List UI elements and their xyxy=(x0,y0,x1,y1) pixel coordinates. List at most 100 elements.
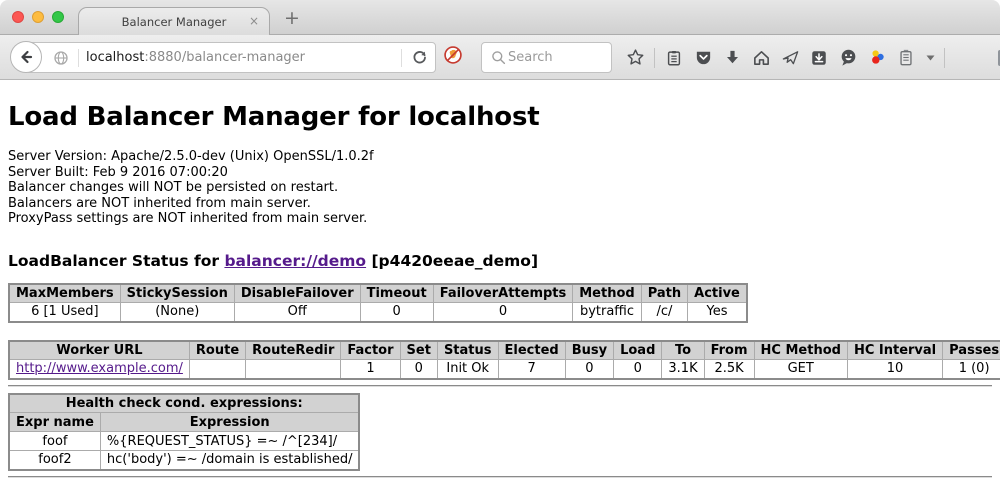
toolbar-icons xyxy=(625,42,1000,73)
col-expr-name: Expr name xyxy=(9,413,100,432)
col-load: Load xyxy=(614,341,662,360)
url-text[interactable]: localhost:8880/balancer-manager xyxy=(86,50,394,65)
browser-window: Balancer Manager × + localhost:8880/bala… xyxy=(0,0,1000,491)
col-worker-url: Worker URL xyxy=(9,341,189,360)
urlbar-divider xyxy=(78,49,79,67)
col-active: Active xyxy=(688,284,747,303)
server-info: Server Version: Apache/2.5.0-dev (Unix) … xyxy=(8,149,992,227)
col-hc-method: HC Method xyxy=(754,341,847,360)
page-content: Load Balancer Manager for localhost Serv… xyxy=(0,80,1000,491)
col-timeout: Timeout xyxy=(360,284,433,303)
table-title-row: Health check cond. expressions: xyxy=(9,394,359,413)
cell-status: Init Ok xyxy=(437,360,498,379)
cell-busy: 0 xyxy=(565,360,613,379)
traffic-lights xyxy=(12,11,64,23)
cell-to: 3.1K xyxy=(662,360,704,379)
minimize-window-button[interactable] xyxy=(32,11,44,23)
cell-expression: %{REQUEST_STATUS} =~ /^[234]/ xyxy=(100,432,359,451)
table-header-row: Worker URL Route RouteRedir Factor Set S… xyxy=(9,341,1000,360)
cell-timeout: 0 xyxy=(360,303,433,322)
col-routeredir: RouteRedir xyxy=(246,341,341,360)
col-stickysession: StickySession xyxy=(120,284,234,303)
worker-row: http://www.example.com/ 1 0 Init Ok 7 0 … xyxy=(9,360,1000,379)
col-path: Path xyxy=(641,284,687,303)
toolbar-divider xyxy=(654,48,655,68)
tab-close-icon[interactable]: × xyxy=(249,14,259,28)
col-passes: Passes xyxy=(943,341,1000,360)
cell-routeredir xyxy=(246,360,341,379)
colorful-extension-icon[interactable] xyxy=(867,48,887,68)
inherit-note-line: Balancers are NOT inherited from main se… xyxy=(8,196,992,212)
titlebar: Balancer Manager × + xyxy=(0,0,1000,35)
tab-balancer-manager[interactable]: Balancer Manager × xyxy=(78,7,270,35)
col-hc-interval: HC Interval xyxy=(847,341,942,360)
cell-route xyxy=(189,360,245,379)
persist-note-line: Balancer changes will NOT be persisted o… xyxy=(8,180,992,196)
server-version-line: Server Version: Apache/2.5.0-dev (Unix) … xyxy=(8,149,992,165)
reload-button[interactable] xyxy=(409,48,429,68)
col-factor: Factor xyxy=(341,341,400,360)
pocket-icon[interactable] xyxy=(693,48,713,68)
cell-expr-name: foof xyxy=(9,432,100,451)
col-failoverattempts: FailoverAttempts xyxy=(433,284,573,303)
overflow-caret-icon[interactable] xyxy=(925,48,935,68)
col-to: To xyxy=(662,341,704,360)
home-icon[interactable] xyxy=(751,48,771,68)
cell-failoverattempts: 0 xyxy=(433,303,573,322)
tab-title: Balancer Manager xyxy=(122,15,227,29)
search-input[interactable] xyxy=(508,50,605,65)
col-from: From xyxy=(704,341,754,360)
health-table-title: Health check cond. expressions: xyxy=(9,394,359,413)
navigation-toolbar: localhost:8880/balancer-manager xyxy=(0,35,1000,80)
balancer-status-heading: LoadBalancer Status for balancer://demo … xyxy=(8,252,992,270)
close-window-button[interactable] xyxy=(12,11,24,23)
extension-download-icon[interactable] xyxy=(809,48,829,68)
cell-maxmembers: 6 [1 Used] xyxy=(9,303,120,322)
cell-hc-interval: 10 xyxy=(847,360,942,379)
url-host: localhost xyxy=(86,50,144,65)
reading-list-icon[interactable] xyxy=(664,48,684,68)
chat-smiley-icon[interactable] xyxy=(838,48,858,68)
url-path: :8880/balancer-manager xyxy=(144,50,305,65)
balancer-demo-link[interactable]: balancer://demo xyxy=(224,252,366,270)
menu-icon[interactable] xyxy=(958,48,977,68)
cell-stickysession: (None) xyxy=(120,303,234,322)
proxypass-note-line: ProxyPass settings are NOT inherited fro… xyxy=(8,211,992,227)
col-maxmembers: MaxMembers xyxy=(9,284,120,303)
send-tab-icon[interactable] xyxy=(780,48,800,68)
downloads-icon[interactable] xyxy=(722,48,742,68)
cell-from: 2.5K xyxy=(704,360,754,379)
table-row: foof %{REQUEST_STATUS} =~ /^[234]/ xyxy=(9,432,359,451)
cell-hc-method: GET xyxy=(754,360,847,379)
cell-set: 0 xyxy=(400,360,437,379)
cell-active: Yes xyxy=(688,303,747,322)
cell-load: 0 xyxy=(614,360,662,379)
screenshot-extension-icon[interactable] xyxy=(996,48,1000,68)
status-heading-suffix: [p4420eeae_demo] xyxy=(366,252,538,270)
table-header-row: MaxMembers StickySession DisableFailover… xyxy=(9,284,747,303)
urlbar-divider2 xyxy=(401,49,402,67)
bookmark-star-icon[interactable] xyxy=(625,48,645,68)
balancer-settings-table: MaxMembers StickySession DisableFailover… xyxy=(8,283,748,323)
url-bar[interactable]: localhost:8880/balancer-manager xyxy=(26,42,436,73)
server-built-line: Server Built: Feb 9 2016 07:00:20 xyxy=(8,165,992,181)
new-tab-button[interactable]: + xyxy=(284,8,300,28)
section-divider xyxy=(8,385,992,387)
bottom-divider xyxy=(8,476,992,478)
back-button[interactable] xyxy=(10,41,42,73)
status-heading-prefix: LoadBalancer Status for xyxy=(8,252,224,270)
search-bar[interactable] xyxy=(481,42,612,73)
col-busy: Busy xyxy=(565,341,613,360)
cell-worker-url: http://www.example.com/ xyxy=(9,360,189,379)
cell-path: /c/ xyxy=(641,303,687,322)
back-arrow-icon xyxy=(16,47,36,67)
worker-url-link[interactable]: http://www.example.com/ xyxy=(16,361,183,376)
col-set: Set xyxy=(400,341,437,360)
col-status: Status xyxy=(437,341,498,360)
content-blocker-icon[interactable] xyxy=(443,45,463,65)
toolbar-divider2 xyxy=(944,48,945,68)
col-elected: Elected xyxy=(498,341,565,360)
cell-passes: 1 (0) xyxy=(943,360,1000,379)
fullscreen-window-button[interactable] xyxy=(52,11,64,23)
battery-extension-icon[interactable] xyxy=(896,48,916,68)
